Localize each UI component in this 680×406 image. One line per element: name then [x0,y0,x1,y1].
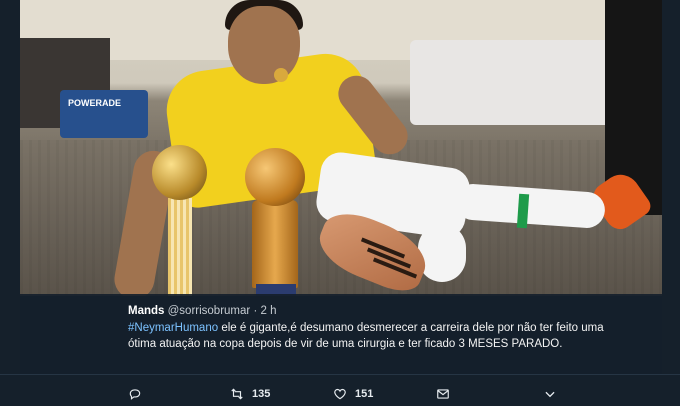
cooler-label: POWERADE [68,98,122,108]
tweet-content[interactable]: Mands @sorrisobrumar · 2 h #NeymarHumano… [128,304,608,352]
action-divider [0,374,680,375]
tweet-photo[interactable]: POWERADE [20,0,662,296]
direct-message-button[interactable] [436,383,450,405]
reply-button[interactable] [128,383,150,405]
message-icon [437,389,449,399]
author-handle[interactable]: @sorrisobrumar [168,305,251,317]
like-icon [334,388,346,400]
photo-golden-ball-stand [168,198,192,296]
photo-medal [274,68,288,82]
photo-cup-trophy-body [252,200,298,288]
photo-head [228,6,300,84]
photo-knee [418,224,466,282]
tweet-timestamp[interactable]: 2 h [260,305,276,317]
retweet-count: 135 [252,388,271,400]
tweet-card: POWERADE Mands @sorrisobrumar · 2 h #Ney… [0,0,680,406]
tweet-text: #NeymarHumano ele é gigante,é desumano d… [128,321,608,352]
chevron-down-icon [545,391,555,398]
photo-golden-ball-trophy [152,145,207,200]
reply-icon [129,389,141,400]
author-name[interactable]: Mands [128,305,164,317]
like-count: 151 [355,388,374,400]
hashtag-link[interactable]: #NeymarHumano [128,322,218,334]
tweet-actions: 135 151 [0,383,680,405]
retweet-icon [231,388,243,400]
retweet-button[interactable]: 135 [230,383,270,405]
tweet-header: Mands @sorrisobrumar · 2 h [128,304,608,318]
photo-cooler: POWERADE [60,90,148,138]
like-button[interactable]: 151 [333,383,373,405]
more-options-button[interactable] [543,383,557,405]
separator-dot: · [253,305,258,317]
photo-cup-trophy-globe [245,148,305,206]
